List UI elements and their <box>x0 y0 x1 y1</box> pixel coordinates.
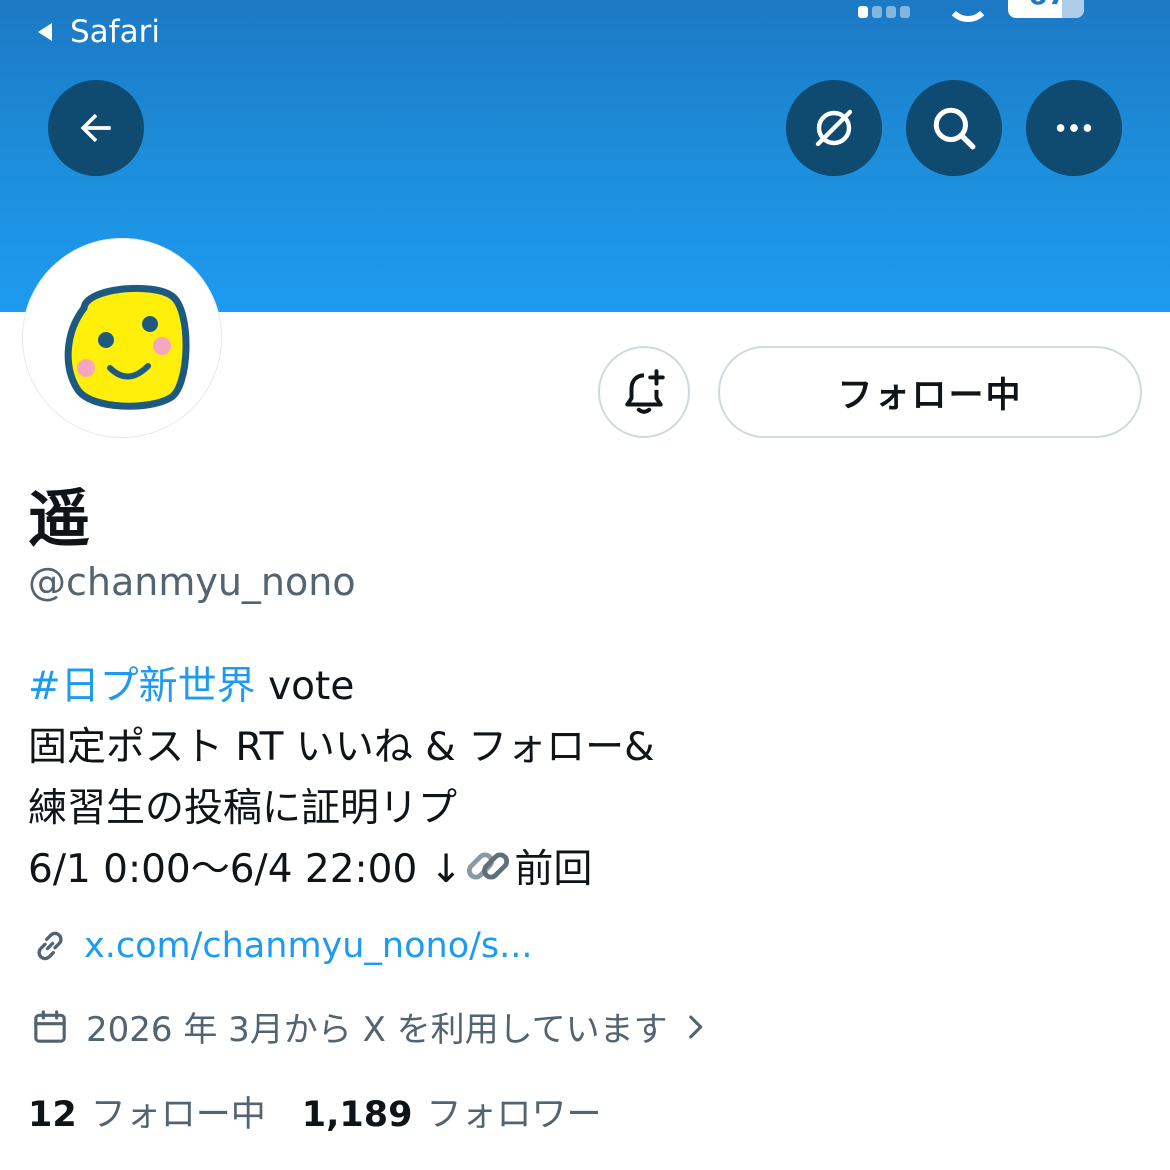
more-horizontal-icon <box>1056 124 1092 132</box>
link-icon <box>37 931 63 961</box>
link-emoji-icon <box>467 852 510 880</box>
bio-line-3: 練習生の投稿に証明リプ <box>28 786 458 831</box>
bio-line-4-suffix: 前回 <box>514 847 593 892</box>
profile-page: Safari 67 <box>0 0 1170 1170</box>
following-stat[interactable]: 12 フォロー中 <box>28 1086 266 1137</box>
search-icon <box>933 107 976 150</box>
status-back-label: Safari <box>70 14 160 50</box>
signal-bar <box>900 6 910 18</box>
joined-date-row[interactable]: 2026 年 3月から X を利用しています <box>30 1002 712 1051</box>
followers-label: フォロワー <box>426 1095 602 1135</box>
bio-line-4-text: 6/1 0:00〜6/4 22:00 ↓ <box>28 847 463 892</box>
battery-level: 67 <box>1028 0 1067 11</box>
following-label: フォロー中 <box>90 1095 266 1135</box>
bio-line-1: #日プ新世界 vote <box>28 656 655 717</box>
arrow-left-icon <box>80 113 111 143</box>
following-count: 12 <box>28 1095 77 1135</box>
chevron-right-icon <box>688 1015 702 1038</box>
wifi-icon <box>945 0 991 22</box>
following-button[interactable]: フォロー中 <box>718 346 1142 438</box>
more-button[interactable] <box>1026 80 1122 176</box>
back-button[interactable] <box>48 80 144 176</box>
search-button[interactable] <box>906 80 1002 176</box>
avatar[interactable] <box>22 238 222 438</box>
grok-button[interactable] <box>786 80 882 176</box>
bio-line-4: 6/1 0:00〜6/4 22:00 ↓ 前回 <box>28 839 655 900</box>
signal-bar <box>872 6 882 18</box>
bio-hashtag-link[interactable]: #日プ新世界 <box>28 664 256 709</box>
calendar-icon <box>34 1009 66 1043</box>
status-indicators: 67 <box>850 0 1090 22</box>
joined-date-text: 2026 年 3月から X を利用しています <box>86 1010 668 1050</box>
profile-link-row: x.com/chanmyu_nono/s... <box>30 926 533 966</box>
followers-stat[interactable]: 1,189 フォロワー <box>302 1086 602 1137</box>
status-back-to-safari[interactable]: Safari <box>38 12 160 52</box>
followers-count: 1,189 <box>301 1095 413 1135</box>
signal-bar <box>886 6 896 18</box>
grok-icon <box>815 109 853 147</box>
back-triangle-icon <box>38 23 52 41</box>
notifications-button[interactable] <box>598 346 690 438</box>
display-name: 遥 <box>28 482 91 555</box>
battery-icon: 67 <box>1008 0 1084 18</box>
user-handle: @chanmyu_nono <box>28 560 356 604</box>
bell-plus-icon <box>625 369 665 414</box>
follow-stats: 12 フォロー中 1,189 フォロワー <box>28 1086 601 1137</box>
profile-website-link[interactable]: x.com/chanmyu_nono/s... <box>84 926 533 966</box>
profile-bio: #日プ新世界 vote 固定ポスト RT いいね & フォロー& 練習生の投稿に… <box>28 656 655 900</box>
bio-line-2: 固定ポスト RT いいね & フォロー& <box>28 725 655 770</box>
smiley-avatar-image <box>64 284 190 410</box>
signal-icon <box>858 6 868 18</box>
bio-line-1-text: vote <box>255 664 355 709</box>
